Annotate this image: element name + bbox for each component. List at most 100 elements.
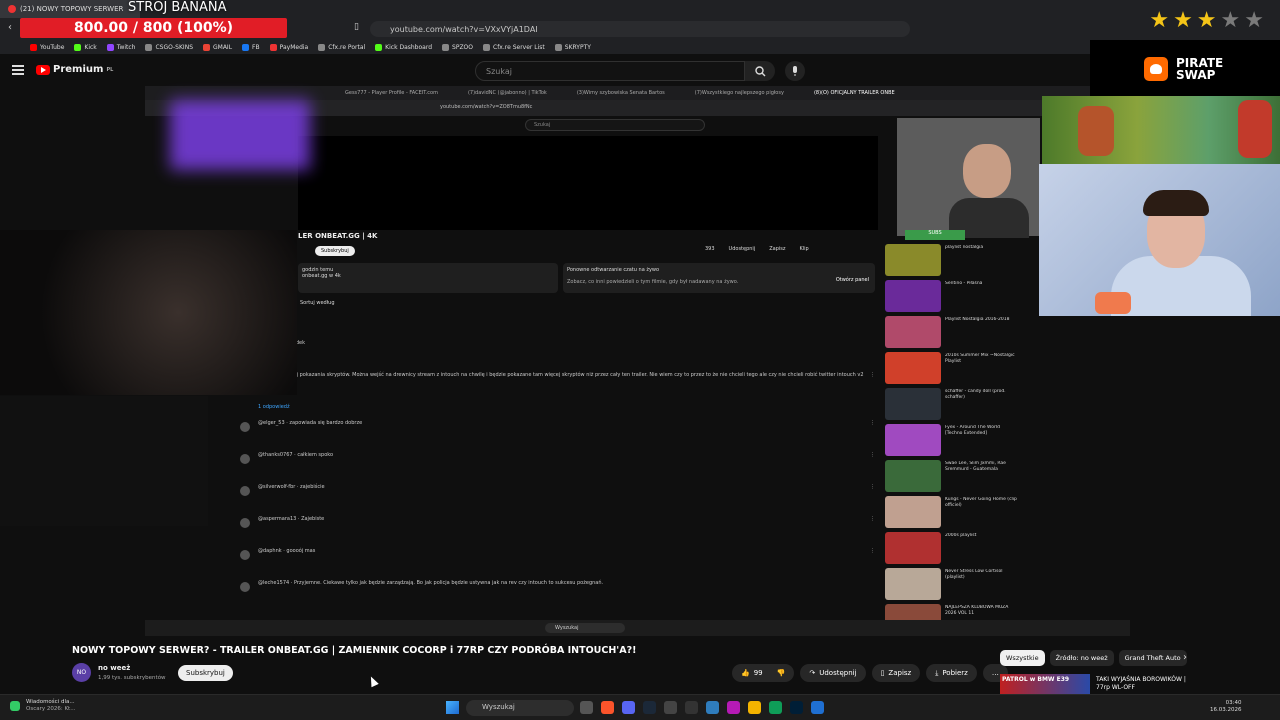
inner-comment: @silverwolf-fbr · zajebiście ⋮ <box>240 484 880 516</box>
windows-start-icon[interactable] <box>446 701 459 714</box>
microphone-button[interactable] <box>785 61 805 81</box>
inner-comment: @leche1574 · Przyjemne. Ciekawe tylko ja… <box>240 580 880 612</box>
browser-tab[interactable]: (21) NOWY TOPOWY SERWER <box>0 0 140 18</box>
rec-thumbnail <box>885 244 941 276</box>
comment-text: @leche1574 · Przyjemne. Ciekawe tylko ja… <box>258 580 604 586</box>
star-icon: ★ <box>1244 8 1264 33</box>
rec-thumbnail <box>885 568 941 600</box>
file-explorer-icon[interactable] <box>748 701 761 714</box>
app-icon[interactable] <box>685 701 698 714</box>
star-icon: ★ <box>1149 8 1170 33</box>
like-button[interactable]: 👍 99 👎 <box>732 664 795 682</box>
upnext-title[interactable]: TAKI WYJAŚNIA BOROWIKÓW | 77rp WL-OFF <box>1096 676 1192 692</box>
mouse-cursor <box>367 674 379 688</box>
blurred-promo-banner <box>170 100 310 170</box>
back-icon[interactable]: ‹ <box>8 22 12 33</box>
save-button[interactable]: ▯ Zapisz <box>871 664 921 682</box>
avatar <box>240 582 250 592</box>
thumbs-up-icon: 👍 <box>741 669 750 677</box>
more-icon: ⋮ <box>870 484 875 490</box>
news-widget[interactable]: Wiadomości dla... Oscary 2026: Kt... <box>10 699 75 713</box>
chip-gta[interactable]: Grand Theft Auto <box>1118 650 1187 666</box>
bookmark-spzoo[interactable]: SPZOO <box>442 43 473 51</box>
inner-subscribe: Subskrybuj <box>315 246 355 256</box>
chevron-right-icon[interactable]: › <box>1183 652 1187 663</box>
thumbs-down-icon[interactable]: 👎 <box>777 669 786 677</box>
bookmark-csgo[interactable]: CSGO-SKINS <box>145 43 193 51</box>
share-button[interactable]: ↷ Udostępnij <box>800 664 866 682</box>
inner-rec-item: playlist nostalgia <box>885 244 1025 280</box>
inner-webcam <box>897 118 1040 238</box>
bookmark-cfx-list[interactable]: Cfx.re Server List <box>483 43 545 51</box>
clock-date: 16.03.2026 <box>1210 707 1242 713</box>
chip-all[interactable]: Wszystkie <box>1000 650 1045 666</box>
inner-comment: 1 odpowiedź <box>240 404 880 420</box>
channel-name[interactable]: no weeż <box>98 664 130 672</box>
rec-title: Playlist Nostalgia 2016-2018 <box>945 317 1010 322</box>
xbox-icon[interactable] <box>664 701 677 714</box>
inner-live-title: Ponowne odtwarzanie czatu na żywo <box>567 267 660 273</box>
comment-text: mamski i wiecej pokazania skryptów. Możn… <box>258 372 864 378</box>
bookmark-gmail[interactable]: GMAIL <box>203 43 232 51</box>
download-label: Pobierz <box>942 669 968 677</box>
download-button[interactable]: ⤓ Pobierz <box>926 664 977 682</box>
goal-progress-text: 800.00 / 800 (100%) <box>73 20 234 36</box>
stream-overlay-title: STRÓJ BANANA <box>128 0 227 15</box>
rec-title: Sentino - Piłaśna <box>945 281 983 286</box>
microphone-icon <box>793 66 797 76</box>
photoshop-icon[interactable] <box>790 701 803 714</box>
star-icon: ★ <box>1173 8 1193 33</box>
more-icon: ⋮ <box>870 548 875 554</box>
bookmark-twitch[interactable]: Twitch <box>106 43 135 51</box>
upnext-thumbnail[interactable]: PATROL w BMW E39 <box>1000 674 1090 694</box>
search-button[interactable] <box>745 61 775 81</box>
address-bar[interactable]: youtube.com/watch?v=VXxVYjA1DAI <box>370 21 910 37</box>
rec-title: Never Stress Low Cortisol (playlist) <box>945 569 1003 580</box>
youtube-logo[interactable]: Premium PL <box>36 64 113 75</box>
youtube-play-icon <box>36 64 50 75</box>
bookmark-paymedia[interactable]: PayMedia <box>269 43 308 51</box>
inner-comment: @daphnk · goooój mas ⋮ <box>240 548 880 580</box>
bookmark-fb[interactable]: FB <box>242 43 260 51</box>
brave-browser-icon[interactable] <box>601 701 614 714</box>
subs-label: SUBS <box>905 230 965 240</box>
channel-avatar[interactable]: NO <box>72 663 91 682</box>
steam-icon[interactable] <box>643 701 656 714</box>
calculator-icon[interactable] <box>706 701 719 714</box>
share-label: Udostępnij <box>819 669 857 677</box>
discord-icon[interactable] <box>622 701 635 714</box>
chip-source[interactable]: Źródło: no weeż <box>1049 650 1114 666</box>
youtube-logo-text: Premium <box>53 64 104 75</box>
star-icon: ★ <box>1196 8 1217 33</box>
bookmark-cfx-portal[interactable]: Cfx.re Portal <box>318 43 365 51</box>
bookmark-youtube[interactable]: YouTube <box>30 43 64 51</box>
app-icon[interactable] <box>811 701 824 714</box>
streaming-app-icon[interactable] <box>727 701 740 714</box>
bookmark-icon: ▯ <box>880 669 885 677</box>
rec-title: schaffer - candy doll (prod. schaffer) <box>945 389 1006 400</box>
subscribe-button[interactable]: Subskrybuj <box>178 665 233 681</box>
edge-icon[interactable] <box>769 701 782 714</box>
more-icon: ⋮ <box>870 420 875 426</box>
inner-video <box>298 136 878 230</box>
bookmark-kick-dashboard[interactable]: Kick Dashboard <box>375 43 432 51</box>
taskbar-search[interactable]: Wyszukaj <box>466 700 574 716</box>
inner-share: Udostępnij <box>728 246 756 252</box>
rec-title: 2000s playlist <box>945 533 977 538</box>
bookmark-kick[interactable]: Kick <box>74 43 97 51</box>
clock[interactable]: 03:40 16.03.2026 <box>1210 700 1242 714</box>
rec-thumbnail <box>885 496 941 528</box>
inner-rec-item: Fyex - Around The World [Techno Extended… <box>885 424 1025 460</box>
inner-sort: Sortuj według <box>300 300 335 306</box>
comment-text: @silverwolf-fbr · zajebiście <box>258 484 325 490</box>
left-webcam-feed <box>0 230 297 395</box>
streamer-webcam <box>1039 164 1280 316</box>
search-input[interactable]: Szukaj <box>475 61 745 81</box>
task-view-icon[interactable] <box>580 701 593 714</box>
screen: (21) NOWY TOPOWY SERWER ‹ ▯ youtube.com/… <box>0 0 1280 720</box>
bookmark-skrypty[interactable]: SKRYPTY <box>554 43 591 51</box>
comment-text: @daphnk · goooój mas <box>258 548 316 554</box>
bookmark-icon[interactable]: ▯ <box>354 22 359 32</box>
hamburger-menu-icon[interactable] <box>12 65 24 75</box>
left-dark-panel <box>0 396 208 526</box>
